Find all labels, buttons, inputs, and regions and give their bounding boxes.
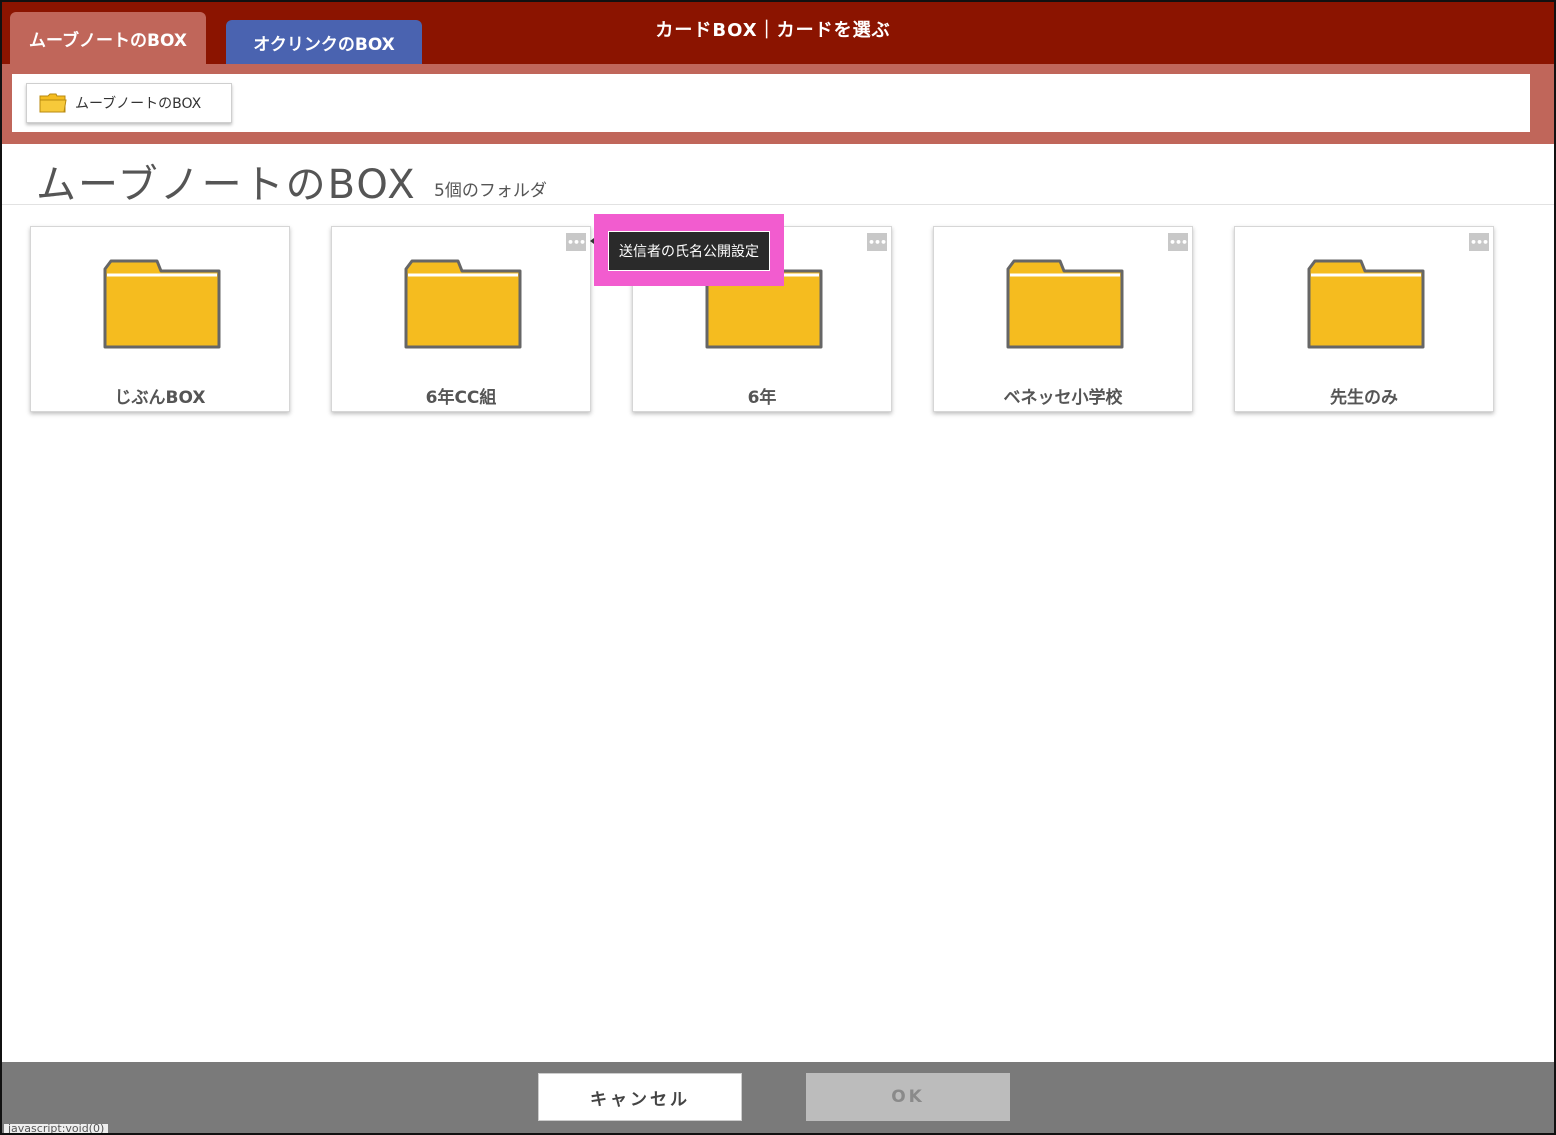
breadcrumb-bar: ムーブノートのBOX xyxy=(2,64,1554,144)
footer-bar: キャンセル OK xyxy=(2,1062,1554,1133)
more-options-button[interactable]: ••• xyxy=(1469,233,1489,251)
app-window: ムーブノートのBOX オクリンクのBOX カードBOX｜カードを選ぶ ムーブノー… xyxy=(0,0,1556,1135)
folder-card-sensei-nomi[interactable]: ••• 先生のみ xyxy=(1234,226,1494,412)
page-title: ムーブノートのBOX xyxy=(36,162,417,208)
breadcrumb: ムーブノートのBOX xyxy=(12,74,1530,132)
ok-button[interactable]: OK xyxy=(806,1073,1010,1121)
folder-icon xyxy=(404,259,522,349)
folder-card-jibun-box[interactable]: じぶんBOX xyxy=(30,226,290,412)
folder-icon xyxy=(1006,259,1124,349)
folder-label: じぶんBOX xyxy=(114,388,206,408)
cancel-button[interactable]: キャンセル xyxy=(538,1073,742,1121)
folder-label: 6年 xyxy=(747,388,777,408)
divider xyxy=(2,204,1554,205)
tooltip-text: 送信者の氏名公開設定 xyxy=(619,244,759,260)
breadcrumb-label: ムーブノートのBOX xyxy=(75,96,202,112)
more-options-button[interactable]: ••• xyxy=(867,233,887,251)
folder-label: ベネッセ小学校 xyxy=(1003,388,1123,408)
more-options-button[interactable]: ••• xyxy=(566,233,586,251)
folder-label: 6年CC組 xyxy=(425,388,497,408)
tooltip: 送信者の氏名公開設定 xyxy=(608,231,770,271)
folder-label: 先生のみ xyxy=(1330,388,1398,408)
folder-count: 5個のフォルダ xyxy=(434,181,547,201)
breadcrumb-item-root[interactable]: ムーブノートのBOX xyxy=(26,83,232,123)
folder-icon xyxy=(39,93,67,113)
window-title: カードBOX｜カードを選ぶ xyxy=(655,20,891,41)
more-options-button[interactable]: ••• xyxy=(1168,233,1188,251)
folder-icon xyxy=(1307,259,1425,349)
header-bar: ムーブノートのBOX オクリンクのBOX カードBOX｜カードを選ぶ xyxy=(2,2,1554,64)
folder-icon xyxy=(103,259,221,349)
status-bar-url: javascript:void(0) xyxy=(4,1124,109,1133)
folder-card-6nen-cc[interactable]: ••• 6年CC組 xyxy=(331,226,591,412)
folder-card-benesse[interactable]: ••• ベネッセ小学校 xyxy=(933,226,1193,412)
